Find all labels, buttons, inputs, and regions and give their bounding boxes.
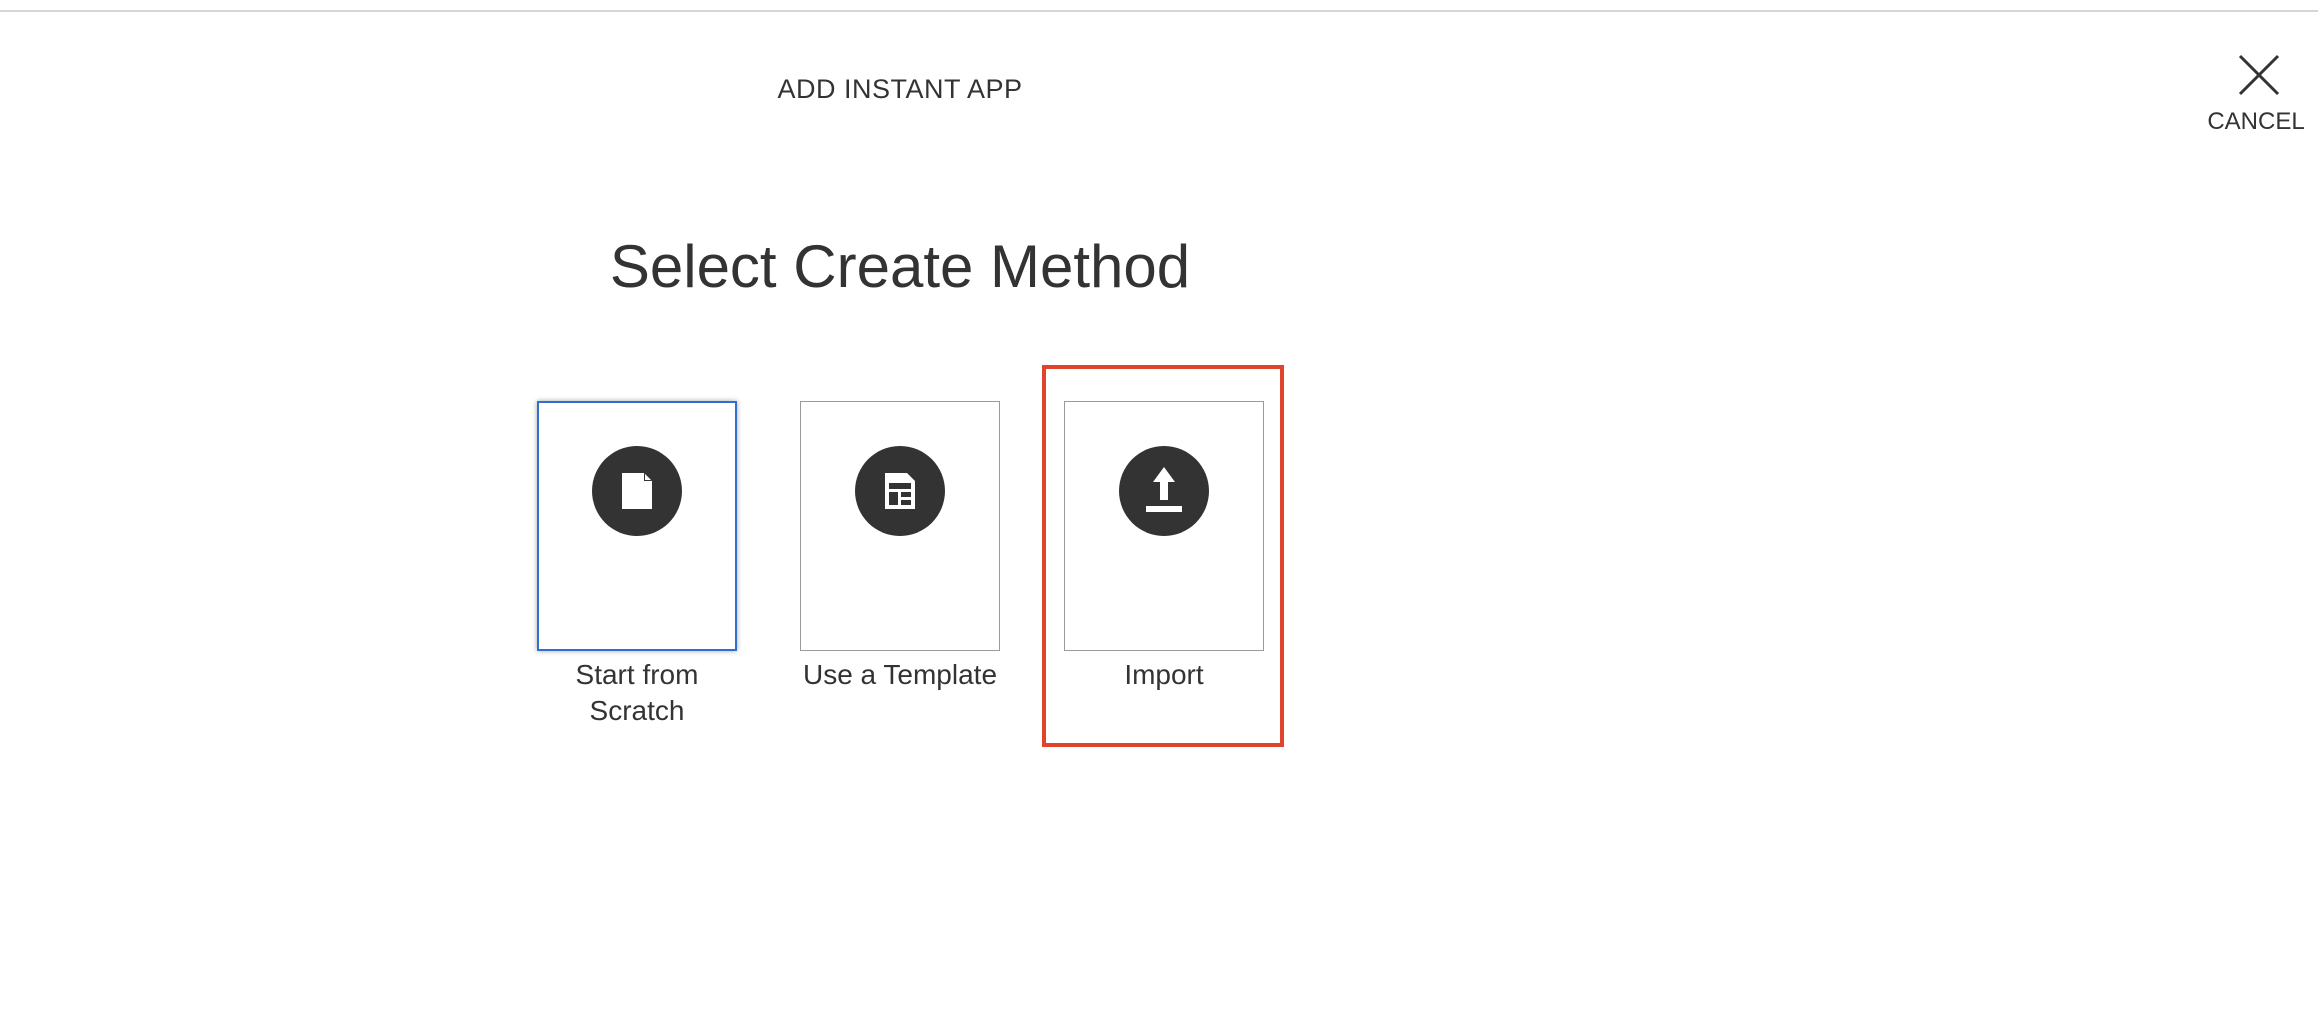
document-icon xyxy=(592,446,682,536)
cancel-button[interactable]: CANCEL xyxy=(2196,52,2316,142)
option-card[interactable] xyxy=(800,401,1000,651)
option-import[interactable]: Import xyxy=(1064,401,1264,693)
option-card[interactable] xyxy=(537,401,737,651)
close-icon[interactable] xyxy=(2236,52,2282,98)
option-label: Import xyxy=(1124,659,1204,690)
option-start-from-scratch[interactable]: Start from Scratch xyxy=(537,401,737,729)
dialog-title: ADD INSTANT APP xyxy=(777,74,1023,104)
upload-icon xyxy=(1119,446,1209,536)
option-use-a-template[interactable]: Use a Template xyxy=(800,401,1000,693)
page-title: Select Create Method xyxy=(609,233,1191,300)
cancel-label: CANCEL xyxy=(2207,108,2305,135)
option-label: Start from Scratch xyxy=(575,659,699,726)
option-label: Use a Template xyxy=(802,659,998,690)
option-card[interactable] xyxy=(1064,401,1264,651)
template-icon xyxy=(855,446,945,536)
top-divider xyxy=(0,10,2318,12)
